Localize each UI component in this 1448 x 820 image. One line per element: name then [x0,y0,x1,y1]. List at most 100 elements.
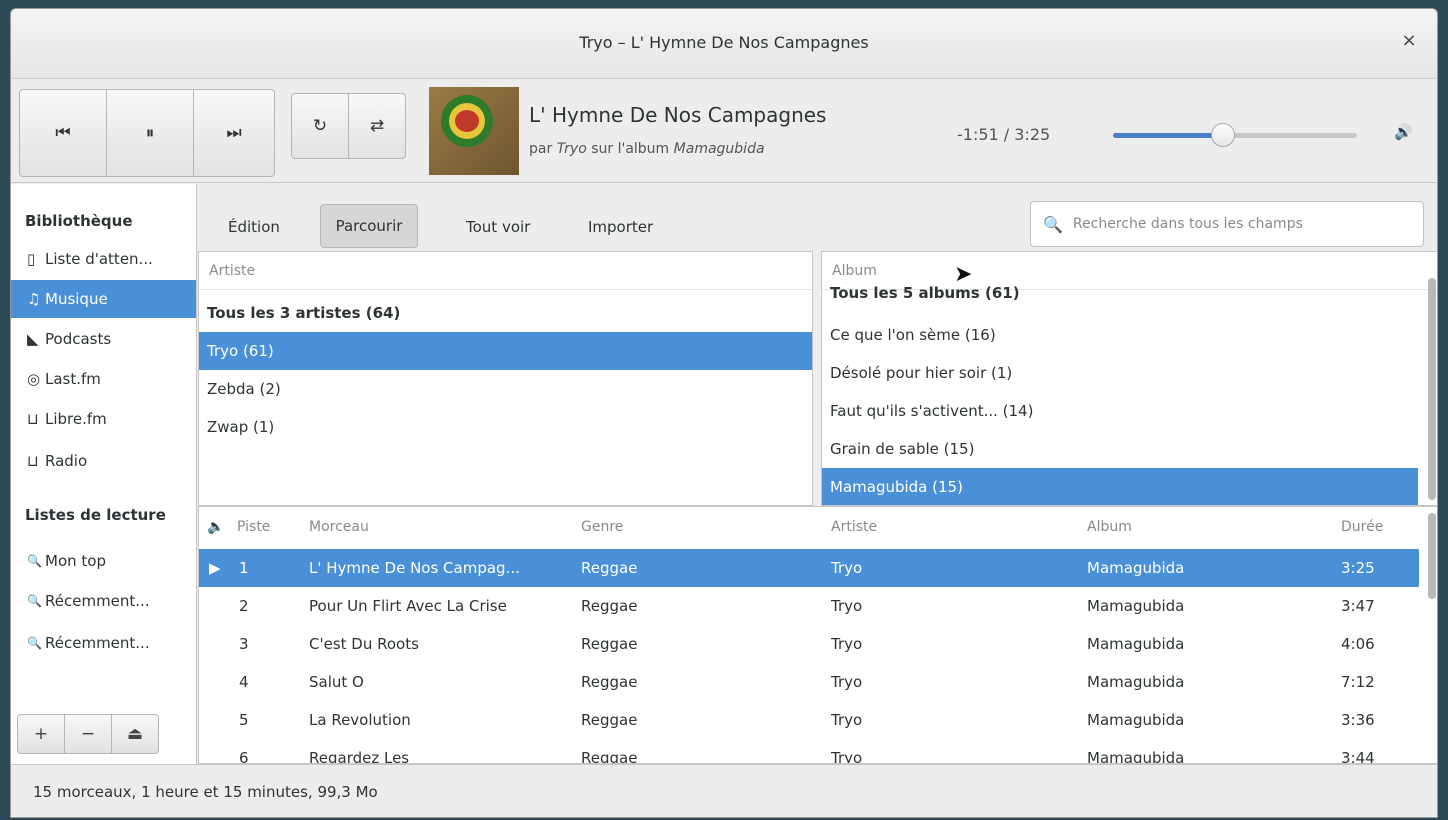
sidebar-item-label: Radio [45,452,88,470]
track-title: Regardez Les [309,749,410,764]
track-artist: Tryo [831,749,863,764]
pause-button[interactable]: ⏸ [106,89,194,177]
list-item[interactable]: Ce que l'on sème (16) [822,316,1437,354]
sidebar-item-label: Mon top [45,552,106,570]
track-duration: 7:12 [1341,673,1375,691]
seek-fill [1113,133,1223,138]
track-album: Mamagubida [1087,559,1185,577]
column-header-piste[interactable]: Piste [237,507,270,547]
seek-knob[interactable] [1210,123,1235,147]
track-title: Pour Un Flirt Avec La Crise [309,597,507,615]
track-album: Mamagubida [1087,597,1185,615]
previous-button[interactable]: ⏮ [19,89,107,177]
column-header-album[interactable]: Album [1087,507,1132,547]
search-icon: 🔍 [27,594,42,608]
artist-pane-header[interactable]: Artiste [199,252,812,290]
track-album: Mamagubida [1087,673,1185,691]
track-duration: 3:36 [1341,711,1375,729]
list-item[interactable]: Zwap (1) [199,408,812,446]
seek-slider[interactable] [1113,123,1357,147]
track-scrollbar[interactable] [1428,513,1436,599]
list-item[interactable]: Zebda (2) [199,370,812,408]
track-album: Mamagubida [1087,635,1185,653]
shuffle-button[interactable]: ⇄ [348,93,406,159]
search-icon: 🔍 [27,636,42,650]
list-item[interactable]: Tous les 5 albums (61) [822,280,1437,302]
sidebar-item-label: Récemment... [45,592,150,610]
pause-icon: ⏸ [145,123,155,143]
sidebar: Bibliothèque ▯ Liste d'atten... ♫ Musiqu… [11,184,197,764]
track-number: 2 [239,597,249,615]
table-row[interactable]: 3 C'est Du Roots Reggae Tryo Mamagubida … [199,625,1419,663]
playing-icon: ▶ [209,559,221,577]
volume-icon[interactable]: 🔊 [1394,123,1413,141]
status-bar: 15 morceaux, 1 heure et 15 minutes, 99,3… [11,764,1437,817]
track-artist: Tryo [831,597,863,615]
sidebar-item-podcasts[interactable]: ◣ Podcasts [11,320,196,358]
table-row[interactable]: 4 Salut O Reggae Tryo Mamagubida 7:12 [199,663,1419,701]
track-artist: Tryo [831,559,863,577]
search-field[interactable]: 🔍 Recherche dans tous les champs [1030,201,1424,247]
sidebar-item-label: Last.fm [45,370,101,388]
sidebar-item-librefm[interactable]: ⊔ Libre.fm [11,400,196,438]
column-header-morceau[interactable]: Morceau [309,507,369,547]
sidebar-item-queue[interactable]: ▯ Liste d'atten... [11,240,196,278]
table-row[interactable]: 6 Regardez Les Reggae Tryo Mamagubida 3:… [199,739,1419,764]
sidebar-item-recent-1[interactable]: 🔍 Récemment... [11,582,196,620]
sidebar-item-label: Liste d'atten... [45,250,153,268]
track-number: 1 [239,559,249,577]
track-title: La Revolution [309,711,411,729]
track-list: 🔈 Piste Morceau Genre Artiste Album Duré… [198,506,1437,764]
list-item[interactable]: Tryo (61) [199,332,812,370]
track-genre: Reggae [581,559,638,577]
list-item[interactable]: Mamagubida (15) [822,468,1418,505]
sidebar-item-label: Libre.fm [45,410,107,428]
track-genre: Reggae [581,711,638,729]
window-title: Tryo – L' Hymne De Nos Campagnes [579,33,869,52]
eject-button[interactable]: ⏏ [111,714,159,754]
playback-controls: ⏮ ⏸ ⏭ [19,89,275,177]
tab-importer[interactable]: Importer [570,204,671,250]
track-genre: Reggae [581,597,638,615]
sidebar-item-music[interactable]: ♫ Musique [11,280,196,318]
sidebar-item-mon-top[interactable]: 🔍 Mon top [11,542,196,580]
track-number: 5 [239,711,249,729]
tab-tout-voir[interactable]: Tout voir [448,204,548,250]
column-header-duree[interactable]: Durée [1341,507,1383,547]
now-playing-subtitle: par Tryo sur l'album Mamagubida [529,141,765,157]
track-number: 4 [239,673,249,691]
column-header-genre[interactable]: Genre [581,507,623,547]
album-scrollbar[interactable] [1428,278,1436,500]
track-genre: Reggae [581,749,638,764]
search-icon: 🔍 [1043,214,1063,234]
list-item[interactable]: Tous les 3 artistes (64) [199,294,812,332]
remove-button[interactable]: − [64,714,112,754]
music-note-icon: ♫ [27,290,41,308]
track-artist: Tryo [831,635,863,653]
document-icon: ▯ [27,250,36,268]
table-row[interactable]: 2 Pour Un Flirt Avec La Crise Reggae Try… [199,587,1419,625]
sidebar-item-lastfm[interactable]: ◎ Last.fm [11,360,196,398]
list-item[interactable]: Désolé pour hier soir (1) [822,354,1437,392]
tab-parcourir[interactable]: Parcourir [320,204,418,248]
sidebar-item-label: Podcasts [45,330,112,348]
list-item[interactable]: Grain de sable (15) [822,430,1437,468]
sidebar-item-recent-2[interactable]: 🔍 Récemment... [11,624,196,662]
track-title: L' Hymne De Nos Campag... [309,559,520,577]
list-item[interactable]: Faut qu'ils s'activent... (14) [822,392,1437,430]
sidebar-item-radio[interactable]: ⊔ Radio [11,442,196,480]
album-pane: Album Tous les 5 albums (61) Ce que l'on… [821,251,1437,506]
close-icon[interactable]: × [1399,31,1419,51]
track-duration: 4:06 [1341,635,1375,653]
repeat-button[interactable]: ↻ [291,93,349,159]
table-row[interactable]: 5 La Revolution Reggae Tryo Mamagubida 3… [199,701,1419,739]
add-button[interactable]: + [17,714,65,754]
radio-icon: ⊔ [27,452,39,470]
search-icon: 🔍 [27,554,42,568]
title-bar: Tryo – L' Hymne De Nos Campagnes × [11,9,1437,79]
column-header-artiste[interactable]: Artiste [831,507,877,547]
search-placeholder: Recherche dans tous les champs [1072,216,1303,232]
tab-edition[interactable]: Édition [210,204,298,250]
next-button[interactable]: ⏭ [193,89,275,177]
table-row[interactable]: ▶ 1 L' Hymne De Nos Campag... Reggae Try… [199,549,1419,587]
